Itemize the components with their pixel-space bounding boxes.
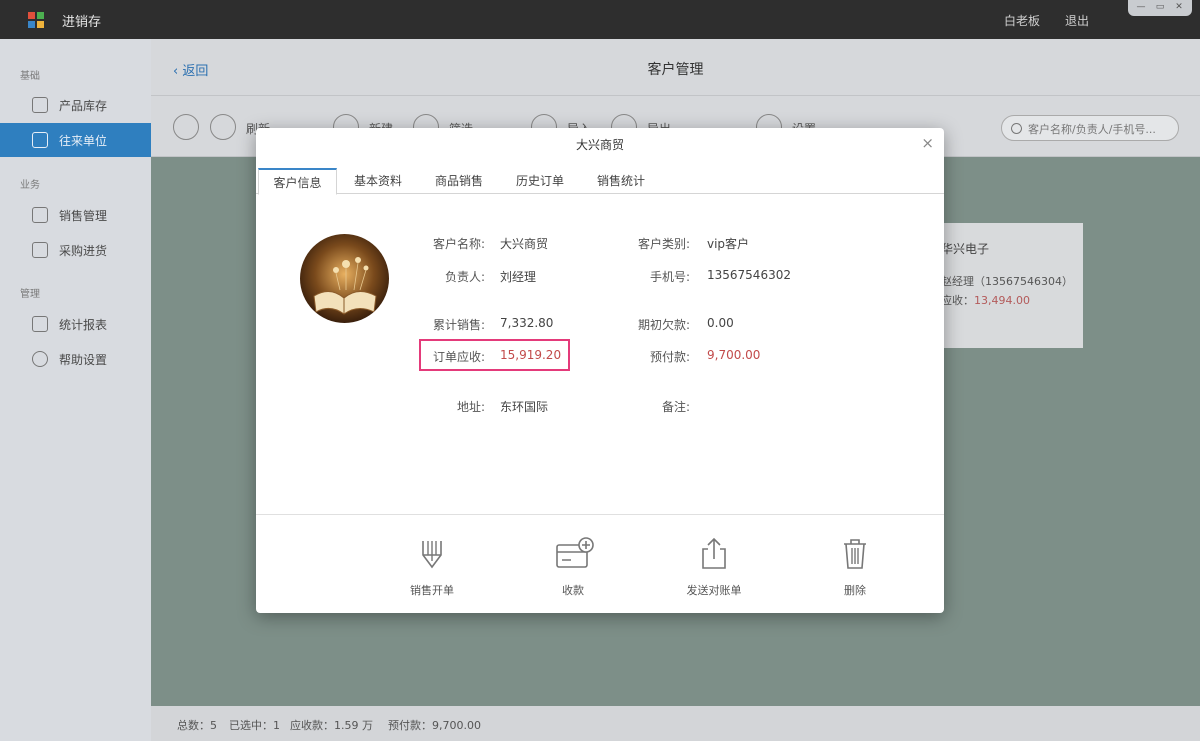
receivable-label: 应收：: [941, 294, 974, 307]
order-receivable-label: 订单应收:: [432, 350, 485, 364]
phone-label: 手机号:: [649, 270, 690, 284]
status-receivable: 应收款：1.59 万: [290, 719, 373, 732]
sidebar-section-basic: 基础: [20, 71, 40, 82]
customer-card-person: 赵经理（13567546304）: [941, 275, 1073, 288]
owner-label: 负责人:: [444, 270, 485, 284]
customer-detail-dialog: 大兴商贸 × 客户信息 基本资料 商品销售 历史订单 销售统计 客户名称: 大兴…: [256, 128, 944, 613]
gear-icon: [32, 351, 48, 367]
close-window-icon[interactable]: ✕: [1174, 3, 1184, 12]
user-link[interactable]: 白老板: [1004, 12, 1040, 29]
search-input[interactable]: 客户名称/负责人/手机号...: [1001, 115, 1179, 141]
customer-type-label: 客户类别:: [637, 237, 690, 251]
title-bar: 进销存 白老板 退出 — ▭ ✕: [0, 0, 1200, 39]
trash-icon: [844, 539, 866, 569]
share-icon: [702, 537, 726, 569]
customer-name-value: 大兴商贸: [500, 237, 549, 251]
maximize-icon[interactable]: ▭: [1155, 3, 1165, 12]
pencil-icon: [422, 541, 442, 569]
card-add-icon: [556, 537, 594, 568]
dialog-actions: 销售开单 收款 发送对账单 删除: [256, 514, 944, 613]
sidebar-item-settings[interactable]: 帮助设置: [0, 342, 151, 376]
receive-payment-button[interactable]: 收款: [518, 515, 628, 614]
close-icon[interactable]: ×: [921, 134, 934, 152]
status-total: 总数：5: [177, 719, 217, 732]
address-label: 地址:: [456, 400, 485, 414]
opening-debt-label: 期初欠款:: [637, 318, 690, 332]
avatar: [300, 234, 389, 323]
tag-icon: [32, 97, 48, 113]
sidebar-item-label: 产品库存: [59, 98, 108, 113]
logout-link[interactable]: 退出: [1065, 12, 1089, 29]
action-label: 删除: [844, 584, 866, 597]
app-title: 进销存: [62, 15, 102, 30]
action-label: 发送对账单: [686, 584, 742, 597]
menu-icon[interactable]: [173, 114, 199, 140]
customer-name-label: 客户名称:: [432, 237, 485, 251]
search-placeholder: 客户名称/负责人/手机号...: [1028, 123, 1156, 136]
chart-icon: [32, 316, 48, 332]
sidebar-item-label: 统计报表: [59, 317, 108, 332]
main-header: ‹ 返回 客户管理: [151, 39, 1200, 96]
status-bar: 总数：5 已选中：1 应收款：1.59 万 预付款：9,700.00: [151, 706, 1200, 741]
customer-card-receivable: 应收：13,494.00: [941, 292, 1030, 308]
customer-card[interactable]: 华兴电子 赵经理（13567546304） 应收：13,494.00: [931, 223, 1083, 348]
tab-basic-info[interactable]: 基本资料: [342, 168, 414, 194]
sidebar-item-purchase[interactable]: 采购进货: [0, 233, 151, 267]
note-label: 备注:: [661, 400, 690, 414]
dialog-tabs: 客户信息 基本资料 商品销售 历史订单 销售统计: [256, 168, 944, 195]
tab-product-sales[interactable]: 商品销售: [424, 168, 494, 194]
owner-value: 刘经理: [500, 270, 537, 284]
edit-icon: [32, 207, 48, 223]
contacts-icon: [32, 132, 48, 148]
sidebar-item-reports[interactable]: 统计报表: [0, 307, 151, 341]
sidebar-item-label: 采购进货: [59, 243, 108, 258]
create-sales-order-button[interactable]: 销售开单: [377, 515, 487, 614]
sidebar: 基础 产品库存 往来单位 业务 销售管理 采购进货 管理 统计报表 帮助设置: [0, 39, 151, 741]
sidebar-item-contacts[interactable]: 往来单位: [0, 123, 151, 157]
delete-button[interactable]: 删除: [800, 515, 910, 614]
opening-debt-value: 0.00: [707, 316, 734, 330]
sidebar-section-manage: 管理: [20, 289, 40, 300]
action-label: 收款: [562, 584, 584, 597]
customer-type-value: vip客户: [707, 237, 750, 251]
phone-value: 13567546302: [707, 268, 791, 282]
tab-sales-stats[interactable]: 销售统计: [586, 168, 656, 194]
status-selected: 已选中：1: [229, 719, 280, 732]
address-value: 东环国际: [500, 400, 549, 414]
total-sales-value: 7,332.80: [500, 316, 554, 330]
tab-order-history[interactable]: 历史订单: [505, 168, 575, 194]
sidebar-section-business: 业务: [20, 180, 40, 191]
page-title: 客户管理: [647, 62, 704, 78]
sidebar-item-sales[interactable]: 销售管理: [0, 198, 151, 232]
customer-card-name: 华兴电子: [941, 242, 990, 256]
sidebar-item-inventory[interactable]: 产品库存: [0, 88, 151, 122]
prepaid-label: 预付款:: [649, 350, 690, 364]
sidebar-item-label: 帮助设置: [59, 352, 108, 367]
prepaid-value: 9,700.00: [707, 348, 761, 362]
order-receivable-value: 15,919.20: [500, 348, 562, 362]
app-logo-icon: [28, 12, 44, 28]
tab-customer-info[interactable]: 客户信息: [258, 168, 337, 195]
receivable-value: 13,494.00: [974, 294, 1030, 307]
status-prepaid: 预付款：9,700.00: [388, 719, 481, 732]
minimize-icon[interactable]: —: [1136, 3, 1146, 12]
sidebar-item-label: 销售管理: [59, 208, 108, 223]
search-icon: [1011, 123, 1022, 134]
send-statement-button[interactable]: 发送对账单: [659, 515, 769, 614]
inbox-icon: [32, 242, 48, 258]
refresh-icon[interactable]: [210, 114, 236, 140]
action-label: 销售开单: [410, 584, 454, 597]
window-controls: — ▭ ✕: [1128, 0, 1192, 16]
sidebar-item-label: 往来单位: [59, 133, 108, 148]
total-sales-label: 累计销售:: [432, 318, 485, 332]
dialog-title: 大兴商贸: [575, 138, 624, 152]
